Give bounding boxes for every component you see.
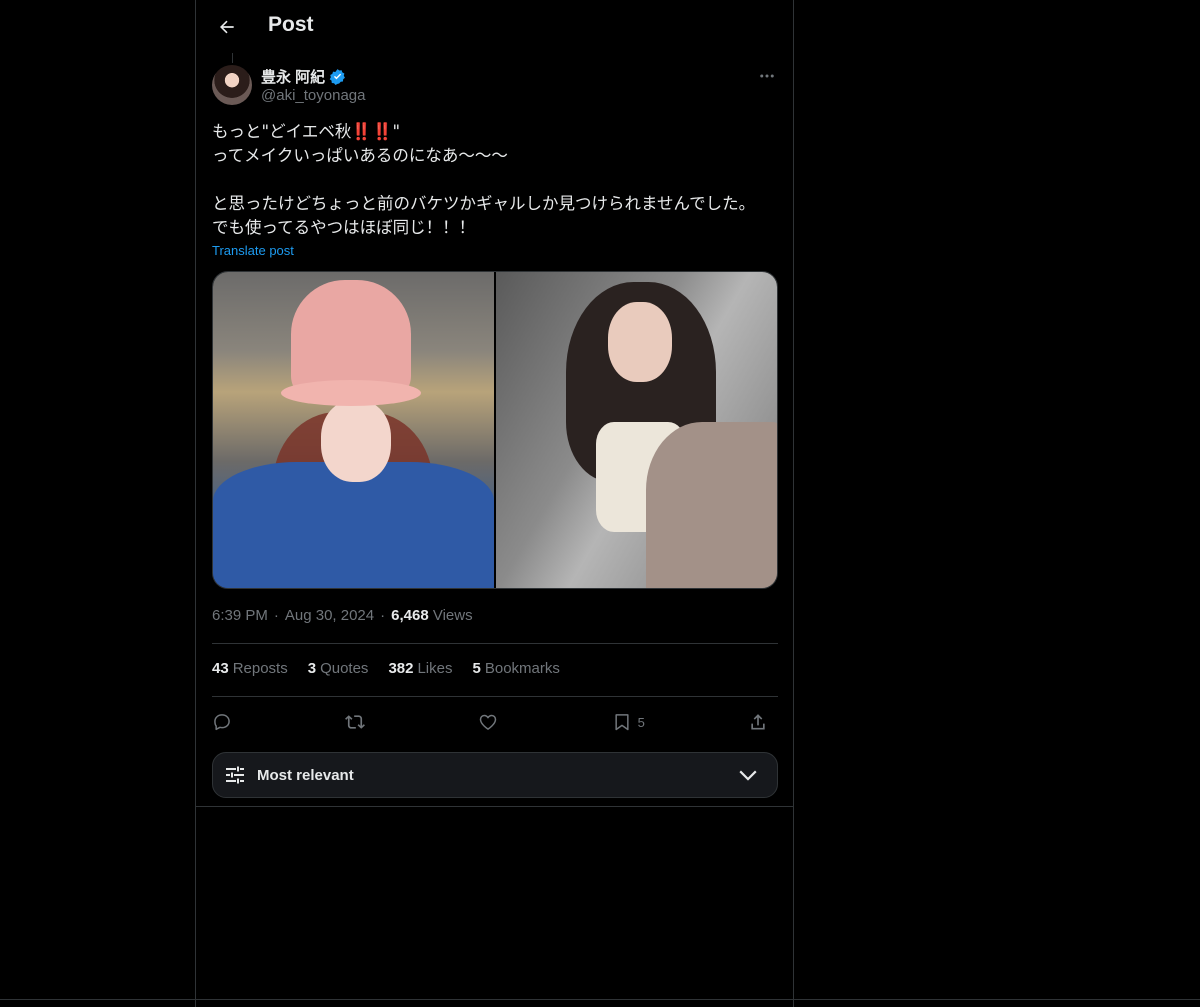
quotes-stat[interactable]: 3 Quotes bbox=[308, 660, 369, 677]
divider bbox=[212, 696, 778, 697]
bookmark-icon bbox=[614, 714, 629, 731]
thread-line bbox=[232, 53, 233, 63]
arrow-left-icon bbox=[220, 20, 234, 34]
more-options-button[interactable] bbox=[755, 66, 779, 86]
more-dots-icon bbox=[760, 74, 774, 78]
bookmark-count: 5 bbox=[637, 714, 645, 730]
like-button[interactable] bbox=[478, 712, 508, 732]
page-title: Post bbox=[268, 13, 314, 36]
sort-label: Most relevant bbox=[257, 766, 354, 784]
repost-icon bbox=[345, 715, 366, 729]
reply-button[interactable] bbox=[212, 712, 242, 732]
verified-badge-icon bbox=[329, 69, 346, 85]
author-name-row: 豊永 阿紀 bbox=[261, 66, 346, 87]
share-icon bbox=[751, 714, 765, 730]
views-count: 6,468 bbox=[391, 607, 429, 624]
views-label: Views bbox=[432, 607, 473, 624]
reposts-stat[interactable]: 43 Reposts bbox=[212, 660, 288, 677]
heart-icon bbox=[480, 714, 497, 730]
avatar[interactable] bbox=[212, 65, 252, 105]
post-image-bucket[interactable] bbox=[213, 272, 494, 588]
post-column: Post 豊永 阿紀 @aki_toyonaga もっと"どイエベ秋‼️‼️" … bbox=[195, 0, 794, 1007]
post-stats: 43 Reposts 3 Quotes 382 Likes 5 Bookmarks bbox=[212, 660, 560, 677]
section-divider bbox=[196, 806, 793, 807]
back-button[interactable] bbox=[212, 12, 242, 42]
post-media bbox=[212, 271, 778, 589]
author-handle[interactable]: @aki_toyonaga bbox=[261, 87, 365, 104]
divider bbox=[212, 643, 778, 644]
repost-button[interactable] bbox=[345, 712, 375, 732]
action-bar: 5 bbox=[212, 707, 778, 737]
bottom-divider bbox=[0, 999, 1200, 1000]
bookmarks-stat[interactable]: 5 Bookmarks bbox=[473, 660, 560, 677]
bookmark-button[interactable]: 5 bbox=[612, 712, 645, 732]
chevron-down-icon bbox=[739, 770, 757, 781]
reply-icon bbox=[214, 714, 230, 731]
post-time[interactable]: 6:39 PM bbox=[212, 607, 268, 624]
reply-sort-dropdown[interactable]: Most relevant bbox=[212, 752, 778, 798]
post-header: Post bbox=[196, 0, 793, 53]
post-text: もっと"どイエベ秋‼️‼️" ってメイクいっぱいあるのになあ〜〜〜 と思ったけど… bbox=[212, 122, 756, 237]
author-name[interactable]: 豊永 阿紀 bbox=[261, 66, 325, 87]
sliders-icon bbox=[226, 766, 244, 784]
post-meta: 6:39 PM · Aug 30, 2024 · 6,468 Views bbox=[212, 607, 473, 624]
post-image-gyaru[interactable] bbox=[496, 272, 777, 588]
meta-separator: · bbox=[380, 607, 386, 624]
post-date[interactable]: Aug 30, 2024 bbox=[285, 607, 374, 624]
likes-stat[interactable]: 382 Likes bbox=[388, 660, 452, 677]
translate-post-link[interactable]: Translate post bbox=[212, 243, 294, 258]
views: 6,468 Views bbox=[391, 607, 472, 624]
share-button[interactable] bbox=[748, 712, 778, 732]
meta-separator: · bbox=[273, 607, 279, 624]
